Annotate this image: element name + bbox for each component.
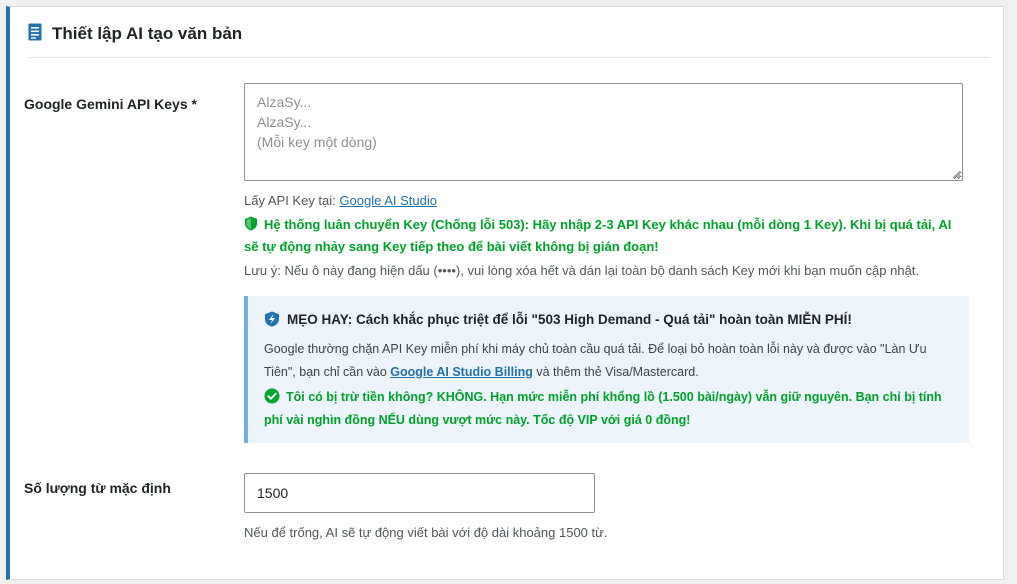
check-circle-icon — [264, 388, 280, 404]
get-key-help: Lấy API Key tại: Google AI Studio — [244, 192, 437, 210]
rotation-notice: Hệ thống luân chuyển Key (Chống lỗi 503)… — [244, 214, 969, 258]
word-count-input[interactable] — [244, 473, 595, 513]
document-icon — [28, 23, 42, 41]
key-note: Lưu ý: Nếu ô này đang hiện dấu (••••), v… — [244, 263, 920, 278]
get-key-prefix: Lấy API Key tại: — [244, 193, 340, 208]
billing-link[interactable]: Google AI Studio Billing — [390, 365, 533, 379]
shield-bolt-icon — [265, 311, 279, 327]
tip-box: MẸO HAY: Cách khắc phục triệt để lỗi "50… — [244, 296, 969, 443]
shield-icon — [245, 216, 257, 231]
rotation-notice-text: Hệ thống luân chuyển Key (Chống lỗi 503)… — [244, 217, 952, 254]
section-header: Thiết lập AI tạo văn bản — [28, 21, 990, 58]
tip-green-text: Tôi có bị trừ tiền không? KHÔNG. Hạn mức… — [264, 390, 942, 427]
google-ai-studio-link[interactable]: Google AI Studio — [339, 193, 437, 208]
tip-title: MẸO HAY: Cách khắc phục triệt để lỗi "50… — [264, 310, 953, 330]
section-title: Thiết lập AI tạo văn bản — [52, 24, 243, 43]
tip-body: Google thường chặn API Key miễn phí khi … — [264, 338, 953, 384]
tip-title-text: MẸO HAY: Cách khắc phục triệt để lỗi "50… — [287, 312, 852, 327]
tip-body-after: và thêm thẻ Visa/Mastercard. — [532, 365, 699, 379]
word-count-help: Nếu để trống, AI sẽ tự động viết bài với… — [244, 525, 608, 540]
word-count-label: Số lượng từ mặc định — [24, 480, 171, 496]
api-keys-textarea[interactable] — [244, 83, 963, 181]
tip-green-note: Tôi có bị trừ tiền không? KHÔNG. Hạn mức… — [264, 386, 953, 432]
api-keys-label: Google Gemini API Keys * — [24, 96, 197, 112]
resize-handle-icon[interactable] — [951, 169, 961, 179]
